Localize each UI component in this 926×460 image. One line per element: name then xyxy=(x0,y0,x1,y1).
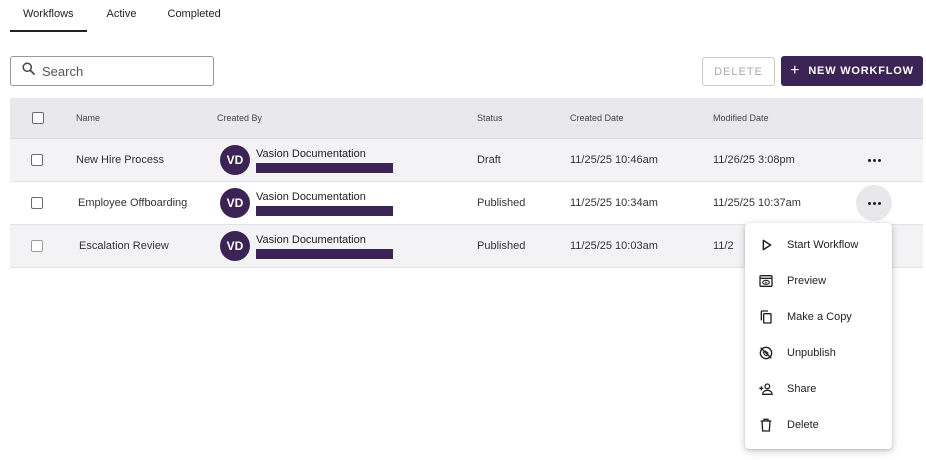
menu-item-label: Preview xyxy=(787,275,827,287)
menu-item-label: Unpublish xyxy=(787,347,836,359)
more-horizontal-icon xyxy=(867,201,881,205)
column-header-created-date[interactable]: Created Date xyxy=(570,98,624,138)
row-checkbox[interactable] xyxy=(31,154,43,166)
row-checkbox-cell xyxy=(31,182,43,224)
workflow-name[interactable]: Escalation Review xyxy=(79,225,169,267)
column-header-name[interactable]: Name xyxy=(76,98,100,138)
avatar: VD xyxy=(220,188,250,218)
creator-name: Vasion Documentation xyxy=(256,234,366,246)
menu-item-share[interactable]: Share xyxy=(745,371,892,407)
menu-item-label: Make a Copy xyxy=(787,311,852,323)
column-header-status[interactable]: Status xyxy=(477,98,503,138)
more-horizontal-icon xyxy=(867,158,881,162)
select-all-cell xyxy=(32,98,44,138)
creator-name: Vasion Documentation xyxy=(256,191,366,203)
status-text: Published xyxy=(477,240,526,252)
avatar: VD xyxy=(220,145,250,175)
new-workflow-label: NEW WORKFLOW xyxy=(808,65,914,77)
table-row[interactable]: Employee Offboarding VD Vasion Documenta… xyxy=(10,182,923,225)
created-date: 11/25/25 10:46am xyxy=(570,154,658,166)
menu-item-label: Start Workflow xyxy=(787,239,859,251)
tab-workflows[interactable]: Workflows xyxy=(10,0,87,32)
status-text: Published xyxy=(477,197,526,209)
new-workflow-button[interactable]: + NEW WORKFLOW xyxy=(781,56,923,86)
row-actions-button[interactable] xyxy=(856,139,892,181)
search-input[interactable] xyxy=(42,63,202,79)
row-checkbox-cell xyxy=(31,139,43,181)
delete-button[interactable]: DELETE xyxy=(702,57,775,86)
created-date: 11/25/25 10:34am xyxy=(570,197,658,209)
workflow-name[interactable]: Employee Offboarding xyxy=(78,182,187,224)
preview-icon xyxy=(757,272,775,290)
modified-date: 11/26/25 3:08pm xyxy=(713,154,795,166)
share-person-icon xyxy=(757,380,775,398)
redaction-bar xyxy=(256,163,393,173)
menu-item-preview[interactable]: Preview xyxy=(745,263,892,299)
creator-name: Vasion Documentation xyxy=(256,148,366,160)
menu-item-start-workflow[interactable]: Start Workflow xyxy=(745,227,892,263)
workflow-name[interactable]: New Hire Process xyxy=(76,139,164,181)
row-checkbox-cell xyxy=(31,225,43,267)
avatar: VD xyxy=(220,231,250,261)
plus-icon: + xyxy=(790,62,801,79)
search-box[interactable] xyxy=(10,56,214,86)
row-actions-menu: Start Workflow Preview Make a Copy Unpub… xyxy=(745,223,892,449)
column-header-modified-date[interactable]: Modified Date xyxy=(713,98,769,138)
search-icon xyxy=(21,61,36,81)
created-date: 11/25/25 10:03am xyxy=(570,240,658,252)
copy-icon xyxy=(757,308,775,326)
tab-bar: Workflows Active Completed xyxy=(10,0,234,32)
table-header: Name Created By Status Created Date Modi… xyxy=(10,98,923,139)
tab-active[interactable]: Active xyxy=(87,0,153,32)
row-checkbox[interactable] xyxy=(31,240,43,252)
row-checkbox[interactable] xyxy=(31,197,43,209)
modified-date: 11/25/25 10:37am xyxy=(713,197,801,209)
column-header-created-by[interactable]: Created By xyxy=(217,98,262,138)
unpublish-icon xyxy=(757,344,775,362)
menu-item-label: Delete xyxy=(787,419,819,431)
modified-date: 11/2 xyxy=(713,240,734,252)
menu-item-label: Share xyxy=(787,383,817,395)
table-row[interactable]: New Hire Process VD Vasion Documentation… xyxy=(10,139,923,182)
trash-icon xyxy=(757,416,775,434)
row-actions-button[interactable] xyxy=(856,182,892,224)
menu-item-make-a-copy[interactable]: Make a Copy xyxy=(745,299,892,335)
select-all-checkbox[interactable] xyxy=(32,112,44,124)
menu-item-unpublish[interactable]: Unpublish xyxy=(745,335,892,371)
menu-item-delete[interactable]: Delete xyxy=(745,407,892,443)
status-text: Draft xyxy=(477,154,501,166)
tab-completed[interactable]: Completed xyxy=(153,0,234,32)
redaction-bar xyxy=(256,206,393,216)
play-icon xyxy=(757,236,775,254)
redaction-bar xyxy=(256,249,393,259)
delete-button-label: DELETE xyxy=(714,65,763,78)
